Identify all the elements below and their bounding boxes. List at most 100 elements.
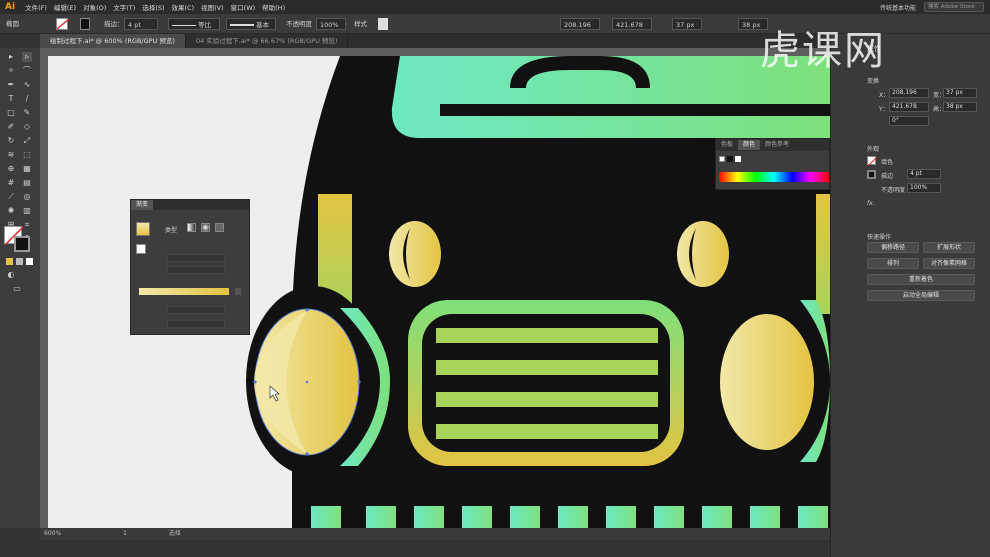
menu-type[interactable]: 文字(T) (113, 2, 135, 12)
grille-bar-2 (436, 360, 658, 375)
magic-wand-icon[interactable]: ✧ (6, 66, 16, 76)
menu-edit[interactable]: 编辑(E) (54, 2, 76, 12)
recolor-button[interactable]: 重新着色 (867, 274, 975, 285)
transform-h-field[interactable]: 38 px (943, 102, 977, 112)
linear-gradient-icon[interactable] (187, 223, 196, 232)
upper-lamp-left (389, 221, 441, 287)
color-none-swatch[interactable] (719, 156, 725, 162)
stroke-weight-field[interactable]: 4 pt (124, 18, 158, 30)
line-tool-icon[interactable]: / (22, 94, 32, 104)
free-transform-icon[interactable]: ⬚ (22, 150, 32, 160)
menu-help[interactable]: 帮助(H) (262, 2, 285, 12)
rotation-field[interactable]: 0° (889, 116, 929, 126)
brush-label: 基本 (256, 21, 270, 29)
transform-x-field[interactable]: 208.196 (889, 88, 929, 98)
menu-object[interactable]: 对象(O) (83, 2, 106, 12)
pen-tool-icon[interactable]: ✒ (6, 80, 16, 90)
tab-swatches[interactable]: 色板 (716, 140, 738, 150)
tab-document-2[interactable]: 04 实验过程下.ai* @ 66.67% (RGB/GPU 预览) (186, 34, 349, 48)
menu-effect[interactable]: 效果(C) (172, 2, 195, 12)
lasso-icon[interactable]: ⌒ (22, 66, 32, 76)
eraser-icon[interactable]: ◇ (22, 122, 32, 132)
menu-view[interactable]: 视图(V) (201, 2, 224, 12)
screen-mode-icon[interactable]: ▭ (12, 284, 22, 294)
eyedropper-icon[interactable]: ⟋ (6, 192, 16, 202)
fill-swatch[interactable] (56, 18, 69, 30)
symbol-sprayer-icon[interactable]: ✺ (6, 206, 16, 216)
rotate-tool-icon[interactable]: ↻ (6, 136, 16, 146)
slice-tool-icon[interactable]: ⌗ (22, 220, 32, 230)
gradient-aspect-field[interactable] (167, 266, 225, 274)
workspace-switcher[interactable]: 传统基本功能 (880, 3, 916, 12)
brush-definition[interactable]: 基本 (226, 18, 276, 30)
tab-color-guide[interactable]: 颜色参考 (760, 140, 794, 150)
selection-tool-icon[interactable]: ▸ (6, 52, 16, 62)
color-black-swatch[interactable] (727, 156, 733, 162)
mesh-tool-icon[interactable]: # (6, 178, 16, 188)
width-field[interactable]: 37 px (672, 18, 702, 30)
appearance-stroke-swatch[interactable] (867, 170, 876, 179)
menu-window[interactable]: 窗口(W) (231, 2, 256, 12)
appearance-fill-label: 填色 (881, 159, 894, 166)
direct-selection-tool-icon[interactable]: ▹ (22, 52, 32, 62)
tab-color[interactable]: 颜色 (738, 140, 761, 150)
zoom-level[interactable]: 600% (44, 530, 61, 537)
gradient-delete-icon[interactable] (235, 288, 241, 295)
offset-path-button[interactable]: 偏移路径 (867, 242, 919, 253)
curvature-tool-icon[interactable]: ∿ (22, 80, 32, 90)
menu-select[interactable]: 选择(S) (142, 2, 164, 12)
gradient-angle-field[interactable] (167, 254, 225, 262)
headlight-right-lens (720, 314, 814, 450)
graph-tool-icon[interactable]: ▥ (22, 206, 32, 216)
color-white-swatch[interactable] (735, 156, 741, 162)
rectangle-tool-icon[interactable]: □ (6, 108, 16, 118)
menu-file[interactable]: 文件(F) (25, 2, 47, 12)
color-spectrum[interactable] (719, 172, 829, 182)
appearance-stroke-field[interactable]: 4 pt (907, 169, 941, 179)
artboard-number[interactable]: 1 (123, 530, 127, 537)
scale-tool-icon[interactable]: ⤢ (22, 136, 32, 146)
fx-button[interactable]: fx. (867, 200, 875, 207)
draw-mode-icon[interactable]: ◐ (6, 270, 16, 280)
expand-shape-button[interactable]: 扩展形状 (923, 242, 975, 253)
gradient-location-field[interactable] (167, 320, 225, 328)
opacity-field[interactable]: 100% (316, 18, 346, 30)
radial-gradient-icon[interactable] (201, 223, 210, 232)
perspective-grid-icon[interactable]: ▦ (22, 164, 32, 174)
none-mode-swatch[interactable] (26, 258, 33, 265)
x-field[interactable]: 208.196 (560, 18, 600, 30)
stroke-swatch[interactable] (80, 18, 90, 30)
paintbrush-icon[interactable]: ✎ (22, 108, 32, 118)
tab-document-1[interactable]: 绘制过程下.ai* @ 600% (RGB/GPU 预览) (40, 34, 186, 48)
gradient-preview-swatch[interactable] (136, 222, 150, 236)
width-tool-icon[interactable]: ≋ (6, 150, 16, 160)
freeform-gradient-icon[interactable] (215, 223, 224, 232)
stock-search-input[interactable]: 搜索 Adobe Stock (924, 2, 984, 12)
bumper-block (654, 506, 684, 528)
style-swatch[interactable] (378, 18, 388, 30)
start-global-edit-button[interactable]: 启动全局编辑 (867, 290, 975, 301)
align-pixel-grid-button[interactable]: 对齐像素网格 (923, 258, 975, 269)
selection-type-label: 椭圆 (6, 20, 19, 28)
stroke-indicator[interactable] (14, 236, 30, 252)
gradient-stroke-swatch[interactable] (136, 244, 146, 254)
y-field[interactable]: 421.678 (612, 18, 652, 30)
appearance-opacity-field[interactable]: 100% (907, 183, 941, 193)
bumper-block (311, 506, 341, 528)
transform-w-field[interactable]: 37 px (943, 88, 977, 98)
arrange-button[interactable]: 排列 (867, 258, 919, 269)
shaper-tool-icon[interactable]: ✐ (6, 122, 16, 132)
color-mode-swatch[interactable] (6, 258, 13, 265)
bumper-block (750, 506, 780, 528)
gradient-slider[interactable] (139, 288, 229, 295)
variable-width-profile[interactable]: 等比 (168, 18, 220, 30)
shape-builder-icon[interactable]: ⊕ (6, 164, 16, 174)
appearance-fill-swatch[interactable] (867, 156, 877, 166)
type-tool-icon[interactable]: T (6, 94, 16, 104)
gradient-mode-swatch[interactable] (16, 258, 23, 265)
gradient-tool-icon[interactable]: ▤ (22, 178, 32, 188)
gradient-panel-title[interactable]: 渐变 (131, 200, 154, 210)
blend-tool-icon[interactable]: ◎ (22, 192, 32, 202)
gradient-opacity-field[interactable] (167, 306, 225, 314)
transform-y-field[interactable]: 421.678 (889, 102, 929, 112)
